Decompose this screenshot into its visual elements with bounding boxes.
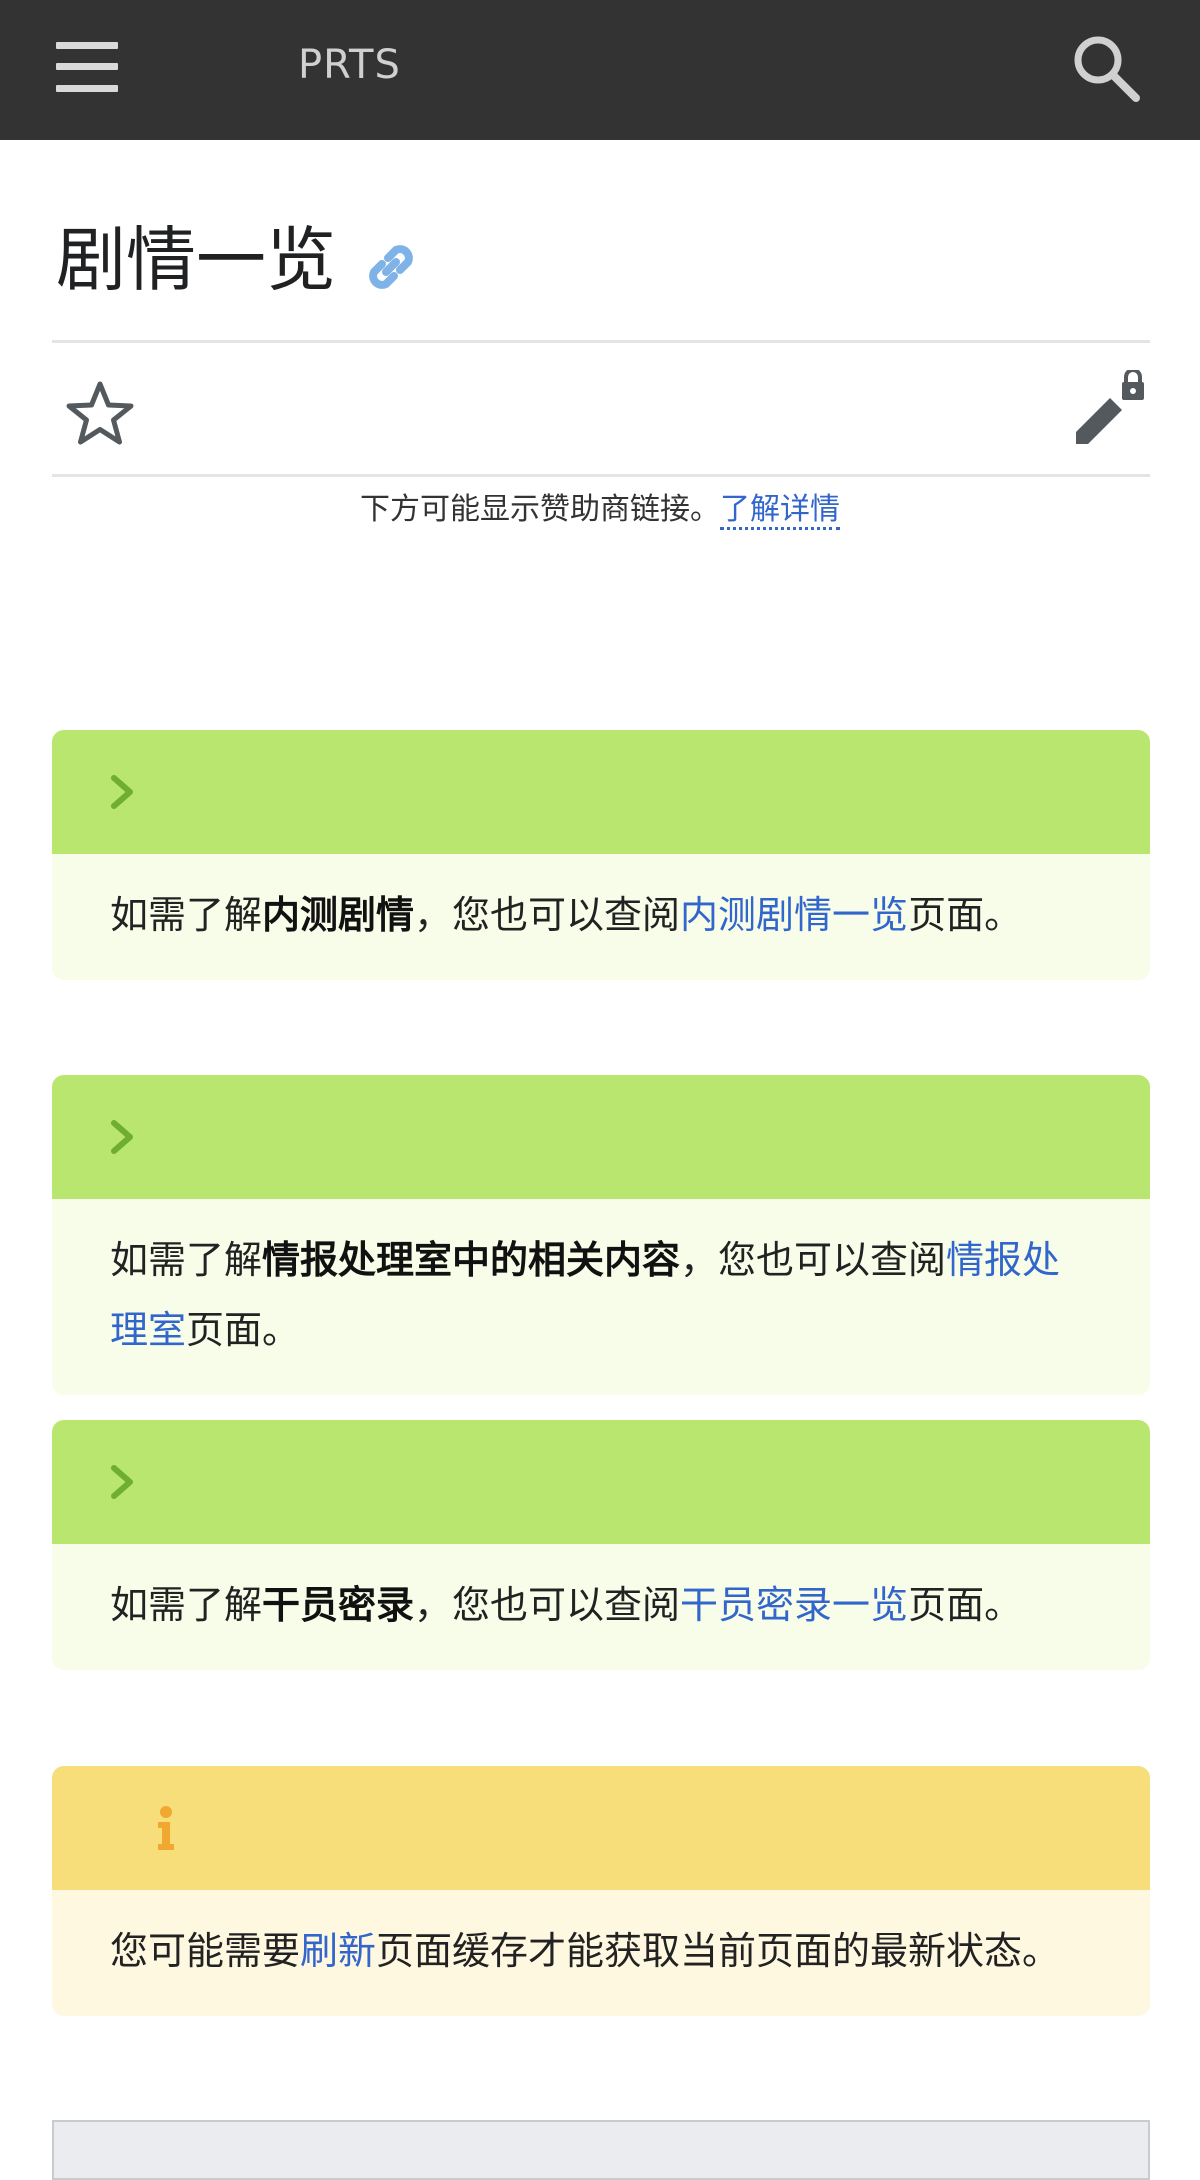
notice-header[interactable] bbox=[52, 1420, 1150, 1544]
notice-text: ，您也可以查阅 bbox=[680, 1238, 947, 1282]
divider-bottom bbox=[52, 474, 1150, 477]
notice-body: 如需了解情报处理室中的相关内容，您也可以查阅情报处理室页面。 bbox=[52, 1199, 1150, 1395]
notice-text: 如需了解 bbox=[110, 893, 263, 937]
chevron-right-icon[interactable] bbox=[102, 772, 142, 812]
notice-text: ，您也可以查阅 bbox=[414, 893, 681, 937]
notice-refresh-cache: 您可能需要刷新页面缓存才能获取当前页面的最新状态。 bbox=[52, 1766, 1150, 2016]
hamburger-menu-icon[interactable] bbox=[56, 42, 118, 92]
notice-intel-room: 如需了解情报处理室中的相关内容，您也可以查阅情报处理室页面。 bbox=[52, 1075, 1150, 1395]
notice-header[interactable] bbox=[52, 730, 1150, 854]
top-bar: PRTS bbox=[0, 0, 1200, 140]
notice-text: 页面。 bbox=[908, 893, 1023, 937]
operator-records-list-link[interactable]: 干员密录一览 bbox=[680, 1583, 908, 1627]
notice-text: 您可能需要 bbox=[110, 1929, 301, 1973]
beta-story-list-link[interactable]: 内测剧情一览 bbox=[680, 893, 908, 937]
page-title-row: 剧情一览 bbox=[56, 210, 1150, 310]
info-icon bbox=[158, 1806, 174, 1850]
notice-text: 页面。 bbox=[186, 1308, 301, 1352]
notice-operator-records: 如需了解干员密录，您也可以查阅干员密录一览页面。 bbox=[52, 1420, 1150, 1670]
notice-text: 如需了解 bbox=[110, 1238, 263, 1282]
site-title[interactable]: PRTS bbox=[298, 42, 401, 88]
star-icon[interactable] bbox=[64, 378, 136, 450]
notice-strong-text: 情报处理室中的相关内容 bbox=[262, 1238, 681, 1282]
sponsor-learn-more-link[interactable]: 了解详情 bbox=[720, 492, 840, 530]
edit-locked-icon[interactable] bbox=[1070, 370, 1150, 450]
notice-text: 页面。 bbox=[908, 1583, 1023, 1627]
sponsor-note: 下方可能显示赞助商链接。了解详情 bbox=[0, 484, 1200, 530]
notice-header[interactable] bbox=[52, 1075, 1150, 1199]
notice-text: ，您也可以查阅 bbox=[414, 1583, 681, 1627]
search-icon[interactable] bbox=[1070, 32, 1142, 104]
sponsor-text: 下方可能显示赞助商链接。 bbox=[360, 492, 720, 527]
notice-beta-story: 如需了解内测剧情，您也可以查阅内测剧情一览页面。 bbox=[52, 730, 1150, 980]
notice-body: 您可能需要刷新页面缓存才能获取当前页面的最新状态。 bbox=[52, 1890, 1150, 2016]
notice-strong-text: 干员密录 bbox=[262, 1583, 415, 1627]
notice-body: 如需了解内测剧情，您也可以查阅内测剧情一览页面。 bbox=[52, 854, 1150, 980]
chevron-right-icon[interactable] bbox=[102, 1117, 142, 1157]
refresh-link[interactable]: 刷新 bbox=[300, 1929, 376, 1973]
notice-strong-text: 内测剧情 bbox=[262, 893, 415, 937]
notice-text: 如需了解 bbox=[110, 1583, 263, 1627]
link-icon[interactable] bbox=[362, 238, 420, 296]
notice-body: 如需了解干员密录，您也可以查阅干员密录一览页面。 bbox=[52, 1544, 1150, 1670]
chevron-right-icon[interactable] bbox=[102, 1462, 142, 1502]
content-box-partial bbox=[52, 2120, 1150, 2180]
notice-header bbox=[52, 1766, 1150, 1890]
divider-top bbox=[52, 340, 1150, 343]
notice-text: 页面缓存才能获取当前页面的最新状态。 bbox=[376, 1929, 1061, 1973]
page-title: 剧情一览 bbox=[56, 219, 336, 301]
